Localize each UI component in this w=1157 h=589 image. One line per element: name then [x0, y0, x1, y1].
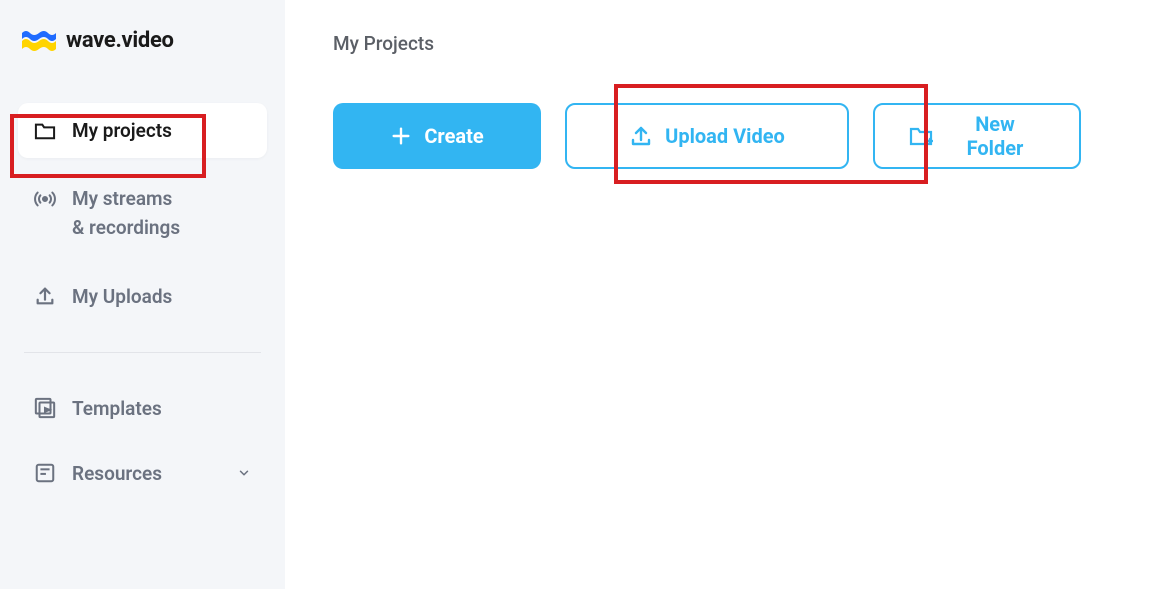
brand-name: wave.video — [66, 28, 174, 53]
wave-logo-icon — [22, 29, 56, 53]
sidebar-item-label: My projects — [72, 119, 172, 142]
sidebar-item-my-projects[interactable]: My projects — [18, 103, 267, 158]
sidebar-item-label: Resources — [72, 462, 162, 485]
action-row: Create Upload Video New Folder — [333, 103, 1117, 169]
button-label: Upload Video — [665, 124, 785, 148]
resources-icon — [34, 462, 56, 484]
brand-logo[interactable]: wave.video — [22, 28, 267, 53]
new-folder-button[interactable]: New Folder — [873, 103, 1081, 169]
upload-icon — [34, 285, 56, 307]
sidebar-item-my-streams[interactable]: My streams & recordings — [18, 168, 267, 259]
templates-icon — [34, 397, 56, 419]
button-label: New Folder — [945, 112, 1045, 160]
sidebar-divider — [24, 352, 261, 353]
chevron-down-icon — [237, 466, 251, 480]
live-icon — [34, 188, 56, 210]
upload-icon — [629, 124, 653, 148]
upload-video-button[interactable]: Upload Video — [565, 103, 849, 169]
button-label: Create — [424, 124, 483, 148]
sidebar-item-label: My Uploads — [72, 285, 172, 308]
sidebar-item-resources[interactable]: Resources — [18, 446, 267, 501]
sidebar-item-label: Templates — [72, 397, 162, 420]
folder-icon — [34, 120, 56, 142]
plus-icon — [390, 125, 412, 147]
sidebar-item-my-uploads[interactable]: My Uploads — [18, 269, 267, 324]
create-button[interactable]: Create — [333, 103, 541, 169]
sidebar-item-templates[interactable]: Templates — [18, 381, 267, 436]
page-title: My Projects — [333, 32, 1117, 55]
sidebar-item-label: My streams & recordings — [72, 184, 180, 243]
main-content: My Projects Create Upload Video — [285, 0, 1157, 589]
folder-plus-icon — [909, 125, 933, 147]
sidebar: wave.video My projects My streams & reco… — [0, 0, 285, 589]
